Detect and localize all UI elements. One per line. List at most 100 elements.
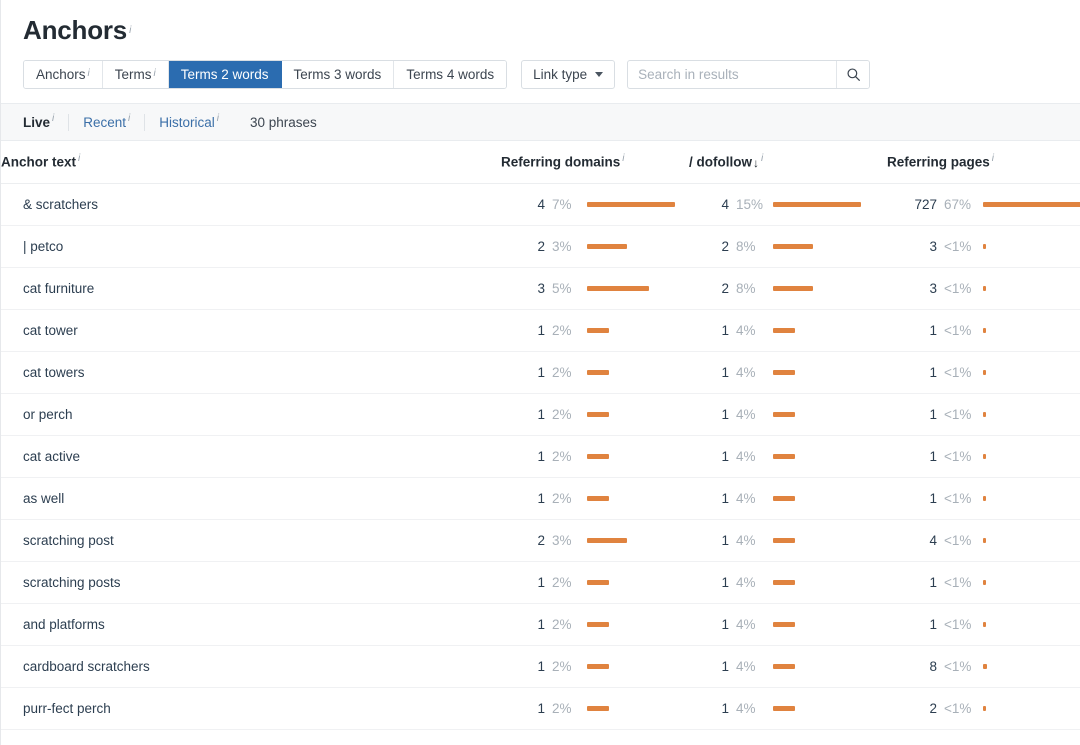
referring-domains-percent: 2% bbox=[545, 659, 585, 674]
index-state-info-icon[interactable]: i bbox=[128, 113, 130, 124]
column-header-anchor-text[interactable]: Anchor texti bbox=[1, 141, 501, 183]
cell-anchor-text[interactable]: cat tower bbox=[1, 309, 501, 351]
page-title-info-icon[interactable]: i bbox=[129, 25, 131, 36]
index-state-recent[interactable]: Recenti bbox=[69, 114, 145, 131]
table-row[interactable]: | petco23%28%3<1% bbox=[1, 225, 1080, 267]
referring-pages-info-icon[interactable]: i bbox=[992, 153, 994, 164]
referring-domains-percent: 5% bbox=[545, 281, 585, 296]
referring-pages-value: 1 bbox=[887, 323, 937, 338]
cell-referring-domains: 35% bbox=[501, 267, 689, 309]
column-header-referring-pages[interactable]: Referring pagesi bbox=[887, 141, 1080, 183]
cell-referring-domains: 12% bbox=[501, 477, 689, 519]
tab-terms-2-words[interactable]: Terms 2 words bbox=[169, 61, 282, 88]
tab-terms-3-words[interactable]: Terms 3 words bbox=[282, 61, 395, 88]
referring-pages-value: 1 bbox=[887, 491, 937, 506]
table-header-row: Anchor texti Referring domainsi / dofoll… bbox=[1, 141, 1080, 183]
tab-info-icon[interactable]: i bbox=[154, 69, 156, 79]
tab-terms-4-words[interactable]: Terms 4 words bbox=[394, 61, 506, 88]
cell-anchor-text[interactable]: cat furniture bbox=[1, 267, 501, 309]
table-row[interactable]: & scratchers47%415%72767% bbox=[1, 183, 1080, 225]
referring-pages-percent: <1% bbox=[937, 407, 981, 422]
dofollow-bar bbox=[773, 580, 795, 585]
cell-anchor-text[interactable]: purr-fect perch bbox=[1, 687, 501, 729]
cell-anchor-text[interactable]: scratching posts bbox=[1, 561, 501, 603]
tab-label: Terms 3 words bbox=[294, 67, 382, 82]
search-input[interactable] bbox=[628, 61, 836, 88]
cell-referring-domains: 12% bbox=[501, 603, 689, 645]
referring-domains-info-icon[interactable]: i bbox=[622, 153, 624, 164]
table-row[interactable]: cat furniture35%28%3<1% bbox=[1, 267, 1080, 309]
referring-pages-bar-track bbox=[983, 664, 1080, 669]
column-header-referring-domains[interactable]: Referring domainsi bbox=[501, 141, 689, 183]
cell-referring-domains: 12% bbox=[501, 561, 689, 603]
link-type-dropdown[interactable]: Link type bbox=[521, 60, 615, 89]
index-state-label: Historical bbox=[159, 115, 215, 130]
cell-anchor-text[interactable]: or perch bbox=[1, 393, 501, 435]
dofollow-bar-track bbox=[773, 580, 869, 585]
cell-referring-pages: 3<1% bbox=[887, 225, 1080, 267]
index-state-info-icon[interactable]: i bbox=[217, 113, 219, 124]
dofollow-value: 1 bbox=[689, 449, 729, 464]
referring-domains-bar-track bbox=[587, 538, 683, 543]
tab-anchors[interactable]: Anchorsi bbox=[24, 61, 103, 88]
referring-pages-bar-track bbox=[983, 454, 1080, 459]
table-row[interactable]: or perch12%14%1<1% bbox=[1, 393, 1080, 435]
cell-anchor-text[interactable]: | petco bbox=[1, 225, 501, 267]
index-state-live[interactable]: Livei bbox=[23, 114, 69, 131]
referring-pages-value: 1 bbox=[887, 617, 937, 632]
cell-anchor-text[interactable]: and platforms bbox=[1, 603, 501, 645]
table-row[interactable]: scratching post23%14%4<1% bbox=[1, 519, 1080, 561]
sort-descending-icon[interactable]: ↓ bbox=[753, 156, 759, 170]
dofollow-bar-track bbox=[773, 202, 869, 207]
dofollow-bar bbox=[773, 538, 795, 543]
column-header-dofollow-label: / dofollow bbox=[689, 155, 752, 170]
referring-domains-percent: 3% bbox=[545, 533, 585, 548]
referring-domains-bar bbox=[587, 244, 627, 249]
anchor-text: as well bbox=[1, 491, 501, 506]
referring-domains-bar-track bbox=[587, 580, 683, 585]
cell-anchor-text[interactable]: cardboard scratchers bbox=[1, 645, 501, 687]
dofollow-info-icon[interactable]: i bbox=[761, 153, 763, 164]
dofollow-percent: 4% bbox=[729, 701, 771, 716]
referring-domains-percent: 2% bbox=[545, 575, 585, 590]
index-state-info-icon[interactable]: i bbox=[52, 113, 54, 124]
referring-domains-bar-track bbox=[587, 496, 683, 501]
dofollow-value: 1 bbox=[689, 365, 729, 380]
table-row[interactable]: cardboard scratchers12%14%8<1% bbox=[1, 645, 1080, 687]
table-row[interactable]: purr-fect perch12%14%2<1% bbox=[1, 687, 1080, 729]
anchor-text: & scratchers bbox=[1, 197, 501, 212]
anchor-text: and platforms bbox=[1, 617, 501, 632]
cell-anchor-text[interactable]: as well bbox=[1, 477, 501, 519]
column-header-dofollow[interactable]: / dofollow↓i bbox=[689, 141, 887, 183]
referring-pages-percent: <1% bbox=[937, 449, 981, 464]
table-row[interactable]: scratching posts12%14%1<1% bbox=[1, 561, 1080, 603]
search-button[interactable] bbox=[836, 61, 869, 88]
dofollow-bar-track bbox=[773, 454, 869, 459]
referring-pages-bar bbox=[983, 202, 1080, 207]
referring-pages-value: 1 bbox=[887, 407, 937, 422]
cell-anchor-text[interactable]: & scratchers bbox=[1, 183, 501, 225]
cell-dofollow: 14% bbox=[689, 477, 887, 519]
table-row[interactable]: and platforms12%14%1<1% bbox=[1, 603, 1080, 645]
table-row[interactable]: cat active12%14%1<1% bbox=[1, 435, 1080, 477]
table-row[interactable]: cat tower12%14%1<1% bbox=[1, 309, 1080, 351]
cell-anchor-text[interactable]: cat towers bbox=[1, 351, 501, 393]
cell-referring-pages: 1<1% bbox=[887, 561, 1080, 603]
referring-domains-percent: 2% bbox=[545, 701, 585, 716]
referring-pages-bar-track bbox=[983, 538, 1080, 543]
referring-pages-bar-track bbox=[983, 622, 1080, 627]
cell-dofollow: 14% bbox=[689, 393, 887, 435]
phrase-count: 30 phrases bbox=[233, 115, 317, 130]
referring-domains-percent: 2% bbox=[545, 617, 585, 632]
dofollow-bar-track bbox=[773, 328, 869, 333]
tab-terms[interactable]: Termsi bbox=[103, 61, 169, 88]
table-row[interactable]: cat towers12%14%1<1% bbox=[1, 351, 1080, 393]
anchor-text-info-icon[interactable]: i bbox=[78, 153, 80, 164]
tab-info-icon[interactable]: i bbox=[88, 69, 90, 79]
cell-anchor-text[interactable]: cat active bbox=[1, 435, 501, 477]
table-row[interactable]: as well12%14%1<1% bbox=[1, 477, 1080, 519]
referring-pages-bar bbox=[983, 496, 986, 501]
index-state-historical[interactable]: Historicali bbox=[145, 114, 233, 131]
referring-pages-value: 1 bbox=[887, 449, 937, 464]
cell-anchor-text[interactable]: scratching post bbox=[1, 519, 501, 561]
